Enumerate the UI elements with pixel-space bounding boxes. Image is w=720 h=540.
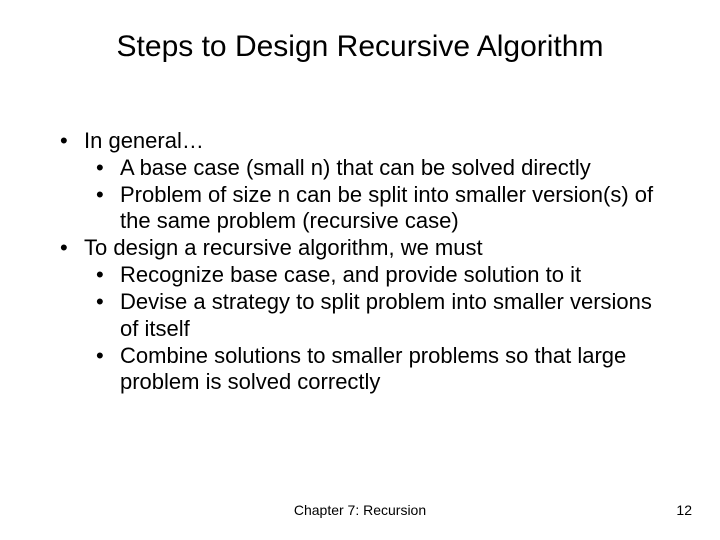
sub-bullet-item: Combine solutions to smaller problems so… — [84, 343, 672, 397]
sub-bullet-item: Devise a strategy to split problem into … — [84, 289, 672, 343]
sub-bullet-list: Recognize base case, and provide solutio… — [84, 262, 672, 396]
footer-page-number: 12 — [676, 502, 692, 518]
sub-bullet-list: A base case (small n) that can be solved… — [84, 155, 672, 235]
bullet-item: In general… A base case (small n) that c… — [48, 128, 672, 235]
sub-bullet-text: Devise a strategy to split problem into … — [120, 289, 652, 341]
sub-bullet-text: Combine solutions to smaller problems so… — [120, 343, 626, 395]
slide-body: In general… A base case (small n) that c… — [48, 128, 672, 396]
sub-bullet-item: A base case (small n) that can be solved… — [84, 155, 672, 182]
slide: Steps to Design Recursive Algorithm In g… — [0, 0, 720, 540]
bullet-item: To design a recursive algorithm, we must… — [48, 235, 672, 396]
sub-bullet-text: A base case (small n) that can be solved… — [120, 155, 591, 180]
sub-bullet-text: Problem of size n can be split into smal… — [120, 182, 653, 234]
bullet-text: To design a recursive algorithm, we must — [84, 235, 483, 260]
sub-bullet-text: Recognize base case, and provide solutio… — [120, 262, 581, 287]
slide-title: Steps to Design Recursive Algorithm — [0, 30, 720, 64]
bullet-list: In general… A base case (small n) that c… — [48, 128, 672, 396]
bullet-text: In general… — [84, 128, 204, 153]
footer-chapter: Chapter 7: Recursion — [0, 502, 720, 518]
sub-bullet-item: Recognize base case, and provide solutio… — [84, 262, 672, 289]
sub-bullet-item: Problem of size n can be split into smal… — [84, 182, 672, 236]
